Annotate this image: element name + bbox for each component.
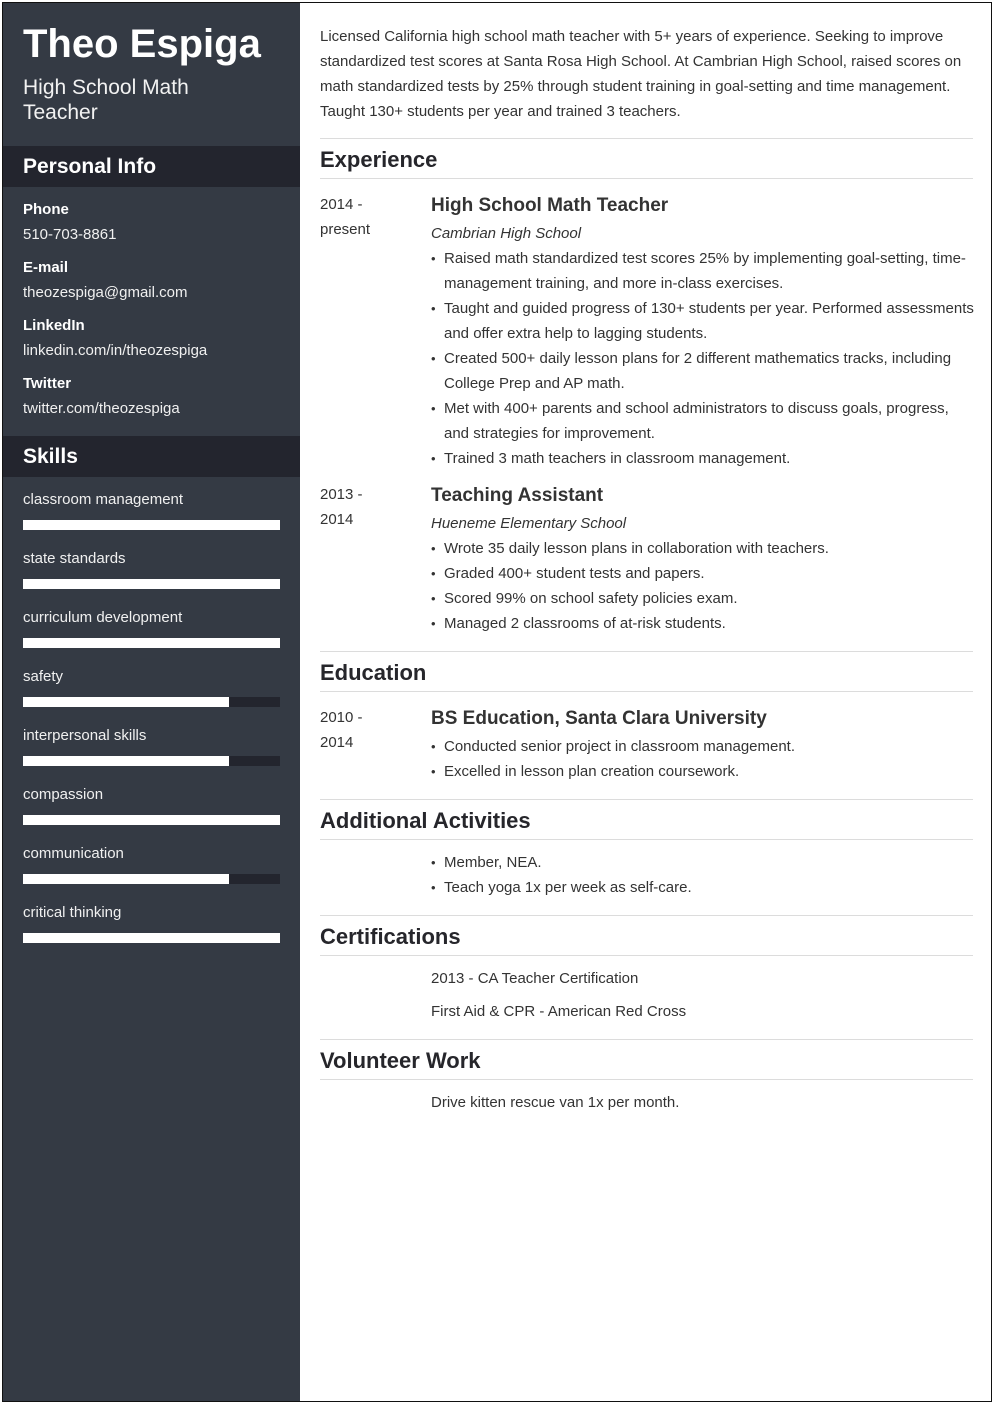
list-item: Taught and guided progress of 130+ stude… [431, 296, 976, 346]
date-range: 2014 - present [320, 192, 410, 242]
skill-label: state standards [23, 550, 126, 567]
candidate-title: High School Math Teacher [23, 76, 189, 124]
date-end: 2014 [320, 511, 354, 528]
skill-bar-fill [23, 520, 280, 530]
list-item: Conducted senior project in classroom ma… [431, 734, 976, 759]
skill-bar [23, 638, 280, 648]
list-item: Met with 400+ parents and school adminis… [431, 396, 976, 446]
summary-text: Licensed California high school math tea… [320, 28, 962, 120]
divider [320, 178, 973, 179]
list-item: Member, NEA. [431, 850, 976, 875]
skill-bar [23, 756, 280, 766]
list-item: Scored 99% on school safety policies exa… [431, 586, 976, 611]
list-item: Excelled in lesson plan creation coursew… [431, 759, 976, 784]
date-start: 2014 - [320, 196, 363, 213]
skill-bar [23, 815, 280, 825]
skills-heading: Skills [3, 436, 300, 477]
skill-bar-fill [23, 638, 280, 648]
divider [320, 839, 973, 840]
company-name: Cambrian High School [431, 225, 582, 242]
job-bullets: Wrote 35 daily lesson plans in collabora… [431, 536, 976, 636]
certification-item: 2013 - CA Teacher Certification [431, 970, 639, 987]
skill-label: safety [23, 668, 64, 685]
personal-info-heading: Personal Info [3, 146, 300, 187]
volunteer-item: Drive kitten rescue van 1x per month. [431, 1094, 680, 1111]
job-bullets: Raised math standardized test scores 25%… [431, 246, 976, 471]
divider [320, 1079, 973, 1080]
skill-bar [23, 579, 280, 589]
experience-heading: Experience [320, 147, 438, 172]
list-item: Managed 2 classrooms of at-risk students… [431, 611, 976, 636]
divider [320, 799, 973, 800]
twitter-label: Twitter [23, 375, 72, 392]
date-end: 2014 [320, 734, 354, 751]
skill-bar-fill [23, 756, 229, 766]
resume-page: Theo Espiga High School Math Teacher Per… [2, 2, 992, 1402]
divider [320, 651, 973, 652]
skill-bar [23, 874, 280, 884]
list-item: Raised math standardized test scores 25%… [431, 246, 976, 296]
divider [320, 691, 973, 692]
job-title: Teaching Assistant [431, 485, 604, 506]
list-item: Created 500+ daily lesson plans for 2 di… [431, 346, 976, 396]
skill-label: critical thinking [23, 904, 122, 921]
list-item: Wrote 35 daily lesson plans in collabora… [431, 536, 976, 561]
divider [320, 138, 973, 139]
linkedin-label: LinkedIn [23, 317, 85, 334]
email-label: E-mail [23, 259, 69, 276]
date-start: 2010 - [320, 709, 363, 726]
phone-label: Phone [23, 201, 69, 218]
list-item: Graded 400+ student tests and papers. [431, 561, 976, 586]
skill-label: classroom management [23, 491, 184, 508]
skill-bar-fill [23, 697, 229, 707]
skill-bar [23, 697, 280, 707]
company-name: Hueneme Elementary School [431, 515, 627, 532]
skill-label: curriculum development [23, 609, 183, 626]
skill-label: compassion [23, 786, 104, 803]
divider [320, 915, 973, 916]
volunteer-heading: Volunteer Work [320, 1048, 481, 1073]
linkedin-value[interactable]: linkedin.com/in/theozespiga [23, 342, 207, 359]
skill-bar [23, 520, 280, 530]
email-value[interactable]: theozespiga@gmail.com [23, 284, 187, 301]
certifications-heading: Certifications [320, 924, 461, 949]
activities-bullets: Member, NEA. Teach yoga 1x per week as s… [431, 850, 976, 900]
skill-label: interpersonal skills [23, 727, 147, 744]
skill-bar-fill [23, 874, 229, 884]
date-end: present [320, 221, 371, 238]
sidebar: Theo Espiga High School Math Teacher Per… [3, 3, 300, 1401]
skill-bar-fill [23, 933, 280, 943]
degree-title: BS Education, Santa Clara University [431, 708, 767, 729]
phone-value: 510-703-8861 [23, 226, 117, 243]
list-item: Teach yoga 1x per week as self-care. [431, 875, 976, 900]
education-bullets: Conducted senior project in classroom ma… [431, 734, 976, 784]
list-item: Trained 3 math teachers in classroom man… [431, 446, 976, 471]
skill-label: communication [23, 845, 124, 862]
divider [320, 1039, 973, 1040]
divider [320, 955, 973, 956]
twitter-value[interactable]: twitter.com/theozespiga [23, 400, 180, 417]
activities-heading: Additional Activities [320, 808, 531, 833]
date-start: 2013 - [320, 486, 363, 503]
skill-bar [23, 933, 280, 943]
education-heading: Education [320, 660, 427, 685]
skill-bar-fill [23, 815, 280, 825]
candidate-name: Theo Espiga [23, 22, 261, 66]
skill-bar-fill [23, 579, 280, 589]
certification-item: First Aid & CPR - American Red Cross [431, 1003, 687, 1020]
date-range: 2013 - 2014 [320, 482, 410, 532]
date-range: 2010 - 2014 [320, 705, 410, 755]
job-title: High School Math Teacher [431, 195, 669, 216]
